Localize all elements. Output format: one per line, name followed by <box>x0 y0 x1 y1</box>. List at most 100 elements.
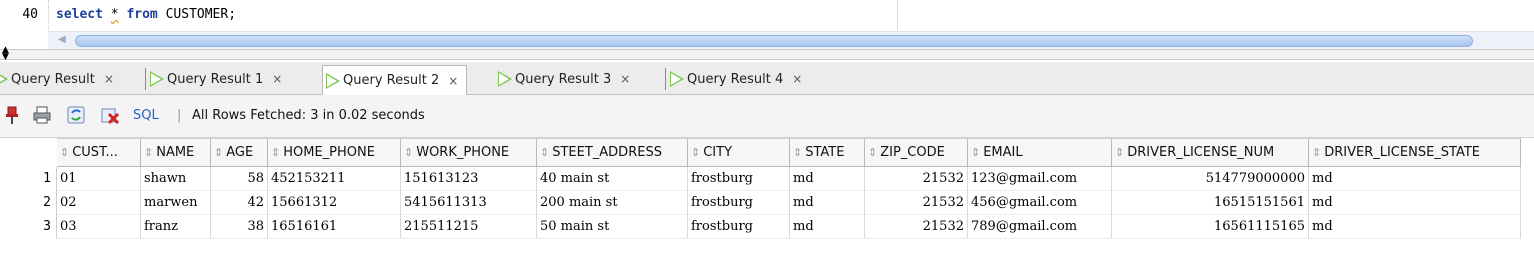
tab-query-result[interactable]: Query Result × <box>0 66 114 92</box>
cell-work-phone[interactable]: 5415611313 <box>401 191 537 215</box>
run-icon <box>0 71 8 87</box>
column-header-customer-id[interactable]: ⇕ CUST... <box>57 138 141 167</box>
cell-state[interactable]: md <box>790 191 865 215</box>
close-icon[interactable]: × <box>448 74 458 88</box>
cell-state[interactable]: md <box>790 167 865 191</box>
run-icon <box>326 72 340 89</box>
keyword-select: select <box>56 7 103 22</box>
cell-driver-license-state[interactable]: md <box>1309 215 1521 239</box>
sort-icon: ⇕ <box>691 146 701 159</box>
cell-city[interactable]: frostburg <box>688 215 790 239</box>
keyword-from: from <box>126 7 158 22</box>
star-token: * <box>110 7 119 22</box>
close-icon[interactable]: × <box>620 72 630 86</box>
tab-query-result-4[interactable]: Query Result 4 × <box>665 66 802 92</box>
sort-icon: ⇕ <box>1312 146 1322 159</box>
pin-icon[interactable] <box>2 105 22 125</box>
column-header-driver-license-num[interactable]: ⇕ DRIVER_LICENSE_NUM <box>1112 138 1309 167</box>
cell-street-address[interactable]: 50 main st <box>537 215 688 239</box>
sort-icon: ⇕ <box>60 146 70 159</box>
column-header-work-phone[interactable]: ⇕ WORK_PHONE <box>401 138 537 167</box>
cell-home-phone[interactable]: 16516161 <box>268 215 401 239</box>
scroll-thumb[interactable] <box>75 35 1473 47</box>
sort-icon: ⇕ <box>868 146 878 159</box>
tab-label: Query Result 1 <box>167 71 264 87</box>
cell-driver-license-state[interactable]: md <box>1309 191 1521 215</box>
sort-icon: ⇕ <box>793 146 803 159</box>
export-icon[interactable] <box>100 105 120 125</box>
cell-driver-license-num[interactable]: 16515151561 <box>1112 191 1309 215</box>
column-header-driver-license-state[interactable]: ⇕ DRIVER_LICENSE_STATE <box>1309 138 1521 167</box>
cell-customer-id[interactable]: 01 <box>57 167 141 191</box>
tab-label: Query Result 3 <box>515 71 612 87</box>
column-header-email[interactable]: ⇕ EMAIL <box>968 138 1112 167</box>
cell-age[interactable]: 58 <box>211 167 268 191</box>
fetch-status: All Rows Fetched: 3 in 0.02 seconds <box>192 108 425 123</box>
sql-editor[interactable]: 40 select * from CUSTOMER; <box>0 0 1534 30</box>
scroll-left-icon[interactable]: ◀ <box>58 34 66 45</box>
cell-zip-code[interactable]: 21532 <box>865 215 968 239</box>
sort-icon: ⇕ <box>214 146 224 159</box>
editor-horizontal-scrollbar[interactable]: ◀ <box>48 31 1534 49</box>
cell-zip-code[interactable]: 21532 <box>865 167 968 191</box>
result-toolbar: SQL | All Rows Fetched: 3 in 0.02 second… <box>0 95 1534 138</box>
cell-age[interactable]: 42 <box>211 191 268 215</box>
line-number: 40 <box>22 7 38 22</box>
tab-query-result-3[interactable]: Query Result 3 × <box>498 66 630 92</box>
sql-link[interactable]: SQL <box>133 108 159 123</box>
cell-street-address[interactable]: 40 main st <box>537 167 688 191</box>
cell-driver-license-state[interactable]: md <box>1309 167 1521 191</box>
column-header-city[interactable]: ⇕ CITY <box>688 138 790 167</box>
column-header-street-address[interactable]: ⇕ STEET_ADDRESS <box>537 138 688 167</box>
tab-label: Query Result <box>11 71 95 87</box>
sort-icon: ⇕ <box>1115 146 1125 159</box>
cell-name[interactable]: shawn <box>141 167 211 191</box>
cell-customer-id[interactable]: 03 <box>57 215 141 239</box>
cell-email[interactable]: 123@gmail.com <box>968 167 1112 191</box>
column-header-age[interactable]: ⇕ AGE <box>211 138 268 167</box>
cell-email[interactable]: 789@gmail.com <box>968 215 1112 239</box>
cell-state[interactable]: md <box>790 215 865 239</box>
cell-driver-license-num[interactable]: 16561115165 <box>1112 215 1309 239</box>
sort-icon: ⇕ <box>271 146 281 159</box>
cell-work-phone[interactable]: 151613123 <box>401 167 537 191</box>
column-header-zip-code[interactable]: ⇕ ZIP_CODE <box>865 138 968 167</box>
cell-name[interactable]: marwen <box>141 191 211 215</box>
cell-city[interactable]: frostburg <box>688 167 790 191</box>
cell-customer-id[interactable]: 02 <box>57 191 141 215</box>
row-number[interactable]: 1 <box>0 167 57 191</box>
tab-query-result-2[interactable]: Query Result 2 × <box>322 65 468 95</box>
cell-age[interactable]: 38 <box>211 215 268 239</box>
refresh-icon[interactable] <box>66 105 86 125</box>
close-icon[interactable]: × <box>104 72 114 86</box>
column-header-state[interactable]: ⇕ STATE <box>790 138 865 167</box>
splitter-arrows-icon[interactable]: ▲ ▼ <box>2 46 9 62</box>
table-name: CUSTOMER; <box>157 7 237 22</box>
row-number[interactable]: 3 <box>0 215 57 239</box>
cell-home-phone[interactable]: 452153211 <box>268 167 401 191</box>
cell-home-phone[interactable]: 15661312 <box>268 191 401 215</box>
cell-street-address[interactable]: 200 main st <box>537 191 688 215</box>
cell-name[interactable]: franz <box>141 215 211 239</box>
column-header-home-phone[interactable]: ⇕ HOME_PHONE <box>268 138 401 167</box>
cell-driver-license-num[interactable]: 514779000000 <box>1112 167 1309 191</box>
code-line[interactable]: select * from CUSTOMER; <box>56 7 236 22</box>
tab-label: Query Result 2 <box>343 73 440 88</box>
column-header-name[interactable]: ⇕ NAME <box>141 138 211 167</box>
row-number[interactable]: 2 <box>0 191 57 215</box>
cell-zip-code[interactable]: 21532 <box>865 191 968 215</box>
cell-work-phone[interactable]: 215511215 <box>401 215 537 239</box>
cell-email[interactable]: 456@gmail.com <box>968 191 1112 215</box>
sort-icon: ⇕ <box>144 146 154 159</box>
run-icon <box>150 71 164 87</box>
result-tabbar: Query Result × Query Result 1 × Query Re… <box>0 62 1534 95</box>
cell-city[interactable]: frostburg <box>688 191 790 215</box>
print-icon[interactable] <box>32 105 52 125</box>
close-icon[interactable]: × <box>272 72 282 86</box>
pane-splitter[interactable]: ▲ ▼ <box>0 46 1534 62</box>
close-icon[interactable]: × <box>792 72 802 86</box>
run-icon <box>670 71 684 87</box>
sort-icon: ⇕ <box>540 146 550 159</box>
tab-query-result-1[interactable]: Query Result 1 × <box>145 66 282 92</box>
right-margin-line <box>897 0 898 30</box>
